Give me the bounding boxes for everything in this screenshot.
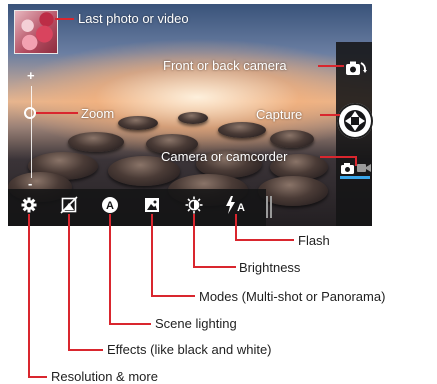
label-last-photo: Last photo or video — [78, 11, 189, 26]
callout-line-scene — [109, 214, 151, 325]
callout-line-brightness — [193, 214, 236, 268]
label-brightness: Brightness — [239, 260, 301, 275]
label-modes: Modes (Multi-shot or Panorama) — [199, 289, 386, 304]
callout-line-flash — [235, 214, 294, 241]
label-resolution: Resolution & more — [51, 369, 158, 384]
label-effects: Effects (like black and white) — [107, 342, 272, 357]
callout-line-resolution — [28, 214, 47, 378]
label-camera-camcorder: Camera or camcorder — [161, 149, 288, 164]
label-scene-lighting: Scene lighting — [155, 316, 237, 331]
callout-line-effects — [68, 214, 103, 351]
label-capture: Capture — [256, 107, 303, 122]
callout-line-modes — [151, 214, 195, 297]
label-front-back-camera: Front or back camera — [163, 58, 287, 73]
label-zoom: Zoom — [81, 106, 115, 121]
callout-line-camera-camcorder — [320, 156, 357, 166]
label-flash: Flash — [298, 233, 330, 248]
